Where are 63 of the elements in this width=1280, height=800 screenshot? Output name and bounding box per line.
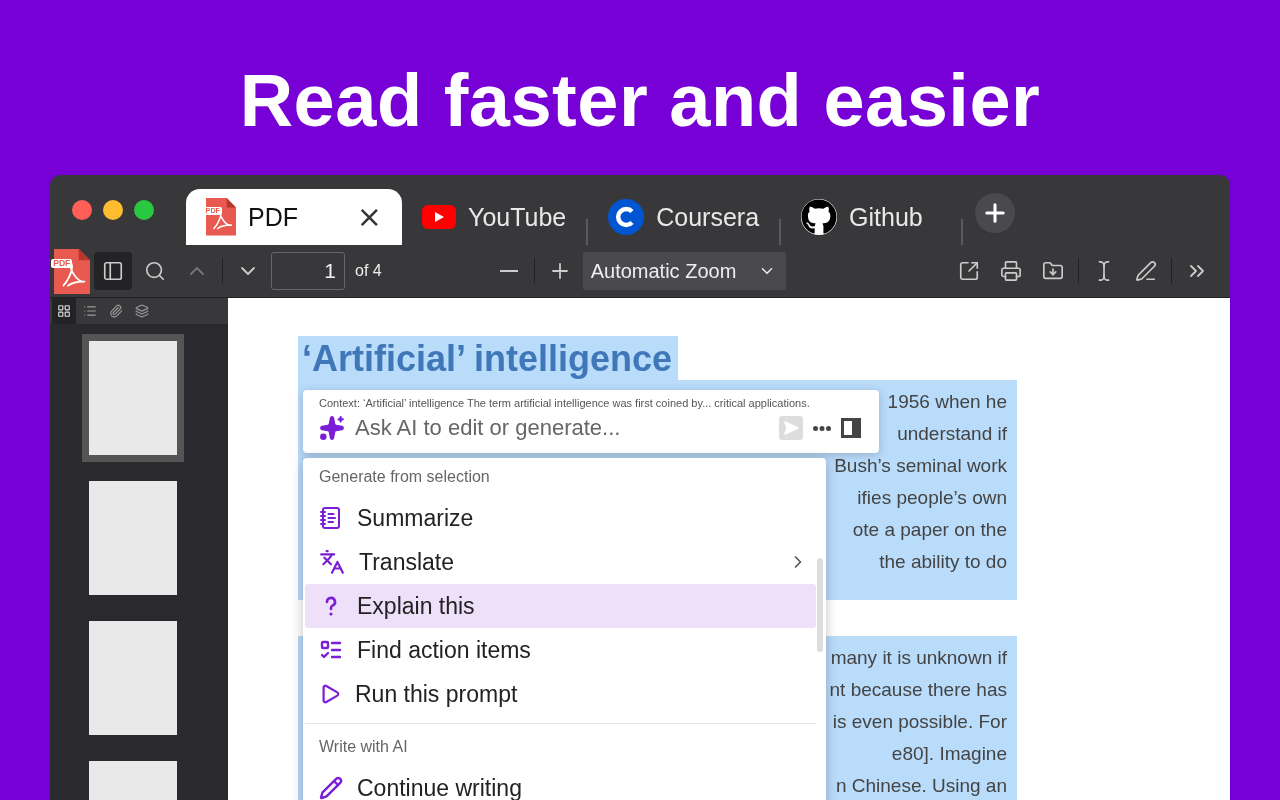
external-link-icon [958,260,980,282]
close-button[interactable]: × [356,202,382,232]
page-number-field[interactable]: 1 [271,252,345,290]
paragraph-line: Bush’s seminal work [834,454,1007,478]
sparkle-icon [319,415,345,441]
pen-icon [1135,260,1157,282]
menu-item[interactable]: Find action items [305,628,816,672]
scrollbar[interactable] [817,558,823,652]
context-text: Context: ‘Artificial’ intelligence The term artificial intelligence was first coined by... critical applications. [319,397,811,409]
outline-icon [83,304,97,318]
paragraph-line: many it is unknown if [830,646,1007,670]
pencil-icon [319,776,343,800]
printer-icon [1000,260,1022,282]
side-panel-button[interactable] [841,418,861,438]
menu-section-heading: Write with AI [318,737,409,757]
menu-item[interactable]: Continue writing [305,766,816,800]
minus-icon [499,270,518,272]
circle-logo-icon [608,199,645,235]
browser-tab[interactable]: Coursera [588,189,780,245]
browser-tab[interactable]: YouTube [402,189,587,245]
translate-icon [319,549,345,575]
paragraph-line: understand if [897,422,1007,446]
menu-item[interactable]: Summarize [305,496,816,540]
window-control-dot[interactable] [134,200,154,220]
window-control-dot[interactable] [72,200,92,220]
menu-item[interactable]: Explain this [305,584,816,628]
pdf-file-icon: PDF [54,248,90,294]
sidebar-toggle-button[interactable] [94,252,132,290]
play-icon [319,683,341,705]
new-tab-button[interactable] [974,193,1015,233]
grid-view-icon [57,304,71,318]
document-heading: ‘Artificial’ intelligence [298,336,679,380]
paragraph-line: is even possible. For [832,710,1007,734]
panel-icon [841,418,861,438]
paragraph-line: ote a paper on the [852,518,1007,542]
video-logo-icon [422,205,456,229]
paragraph-line: e80]. Imagine [891,742,1007,766]
ai-prompt-field[interactable]: Context: ‘Artificial’ intelligence The term artificial intelligence was first coined by... critical applications. Ask AI to edit or generate... [303,390,879,453]
grid-view-tab[interactable] [52,298,76,324]
attachment-icon [109,304,123,318]
paragraph-line: the ability to do [879,550,1007,574]
sidebar-icon [102,260,124,282]
zoom-select[interactable]: Automatic Zoom [582,252,787,290]
paragraph-line: 1956 when he [887,390,1007,414]
page-thumbnail[interactable] [81,334,184,462]
paragraph-line: n Chinese. Using an [835,774,1007,798]
ellipsis-icon [813,425,831,431]
folder-download-icon [1042,260,1064,282]
page-count: of 4 [355,262,382,280]
paragraph-line: ifies people’s own [857,486,1007,510]
layers-icon [135,304,149,318]
browser-tab[interactable]: Github [781,189,943,245]
menu-section-heading: Generate from selection [318,467,491,487]
menu-item[interactable]: Run this prompt [305,672,816,716]
send-icon [783,420,799,436]
paragraph-line: nt because there has [829,678,1007,702]
more-button[interactable] [813,425,831,431]
cat-logo-icon [801,199,838,235]
search-icon [144,260,166,282]
note-icon [319,506,343,530]
headline: Read faster and easier [239,58,1041,143]
menu-item[interactable]: Translate [305,540,816,584]
window-control-dot[interactable] [103,200,123,220]
